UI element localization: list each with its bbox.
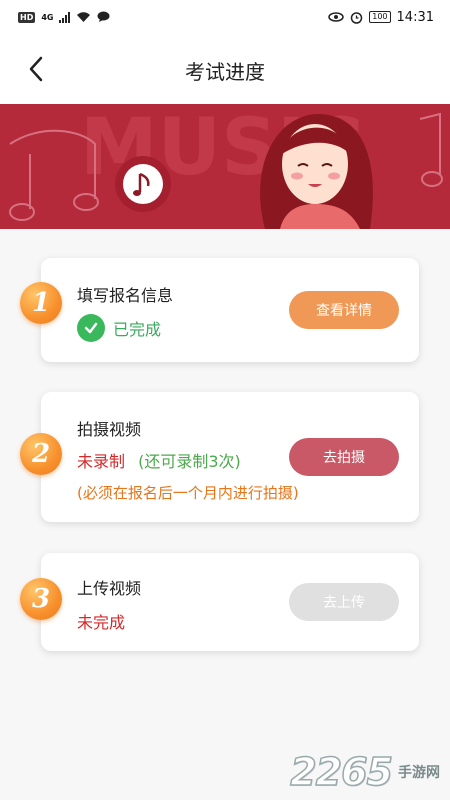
step-card-3: 上传视频 未完成 去上传 [41, 553, 419, 651]
step-number-badge: 2 [20, 433, 62, 475]
status-right: 100 14:31 [328, 10, 434, 25]
step-title: 填写报名信息 [77, 286, 174, 305]
eye-icon [328, 12, 344, 22]
step-number-badge: 3 [20, 578, 62, 620]
watermark-text: 手游网 [398, 765, 440, 781]
alarm-icon [351, 11, 363, 24]
status-text: 已完成 [113, 320, 162, 339]
step-card-1: 填写报名信息 已完成 查看详情 [41, 258, 419, 362]
step-number-badge: 1 [20, 282, 62, 324]
step-card-2: 拍摄视频 未录制 (还可录制3次) (必须在报名后一个月内进行拍摄) 去拍摄 [41, 392, 419, 522]
app-header: 考试进度 [0, 34, 450, 104]
status-bar: HD 4G 100 14:31 [0, 0, 450, 34]
watermark: 2265 手游网 [289, 749, 440, 795]
status-left: HD 4G [18, 11, 110, 23]
status-text: 未完成 [77, 613, 126, 632]
battery-icon: 100 [369, 11, 391, 23]
step-note: (必须在报名后一个月内进行拍摄) [77, 484, 299, 502]
status-text: 未录制 [77, 452, 126, 471]
upload-button[interactable]: 去上传 [289, 583, 399, 621]
music-banner: MUSIC [0, 104, 450, 229]
step-status-row: 未录制 (还可录制3次) [77, 448, 241, 472]
watermark-number: 2265 [289, 749, 393, 795]
network-badge: 4G [41, 12, 54, 22]
wifi-icon [77, 12, 91, 22]
banner-illustration: MUSIC [9, 104, 443, 229]
check-icon [77, 314, 105, 342]
step-title: 上传视频 [77, 579, 142, 598]
signal-icon [59, 11, 71, 23]
step-title: 拍摄视频 [77, 420, 142, 439]
remaining-count: (还可录制3次) [138, 452, 241, 471]
status-time: 14:31 [396, 9, 434, 25]
shoot-button[interactable]: 去拍摄 [289, 438, 399, 476]
view-details-button[interactable]: 查看详情 [289, 291, 399, 329]
step-status: 已完成 [77, 314, 161, 342]
page-title: 考试进度 [185, 60, 265, 84]
chat-icon [97, 11, 110, 22]
hd-badge: HD [18, 11, 36, 23]
